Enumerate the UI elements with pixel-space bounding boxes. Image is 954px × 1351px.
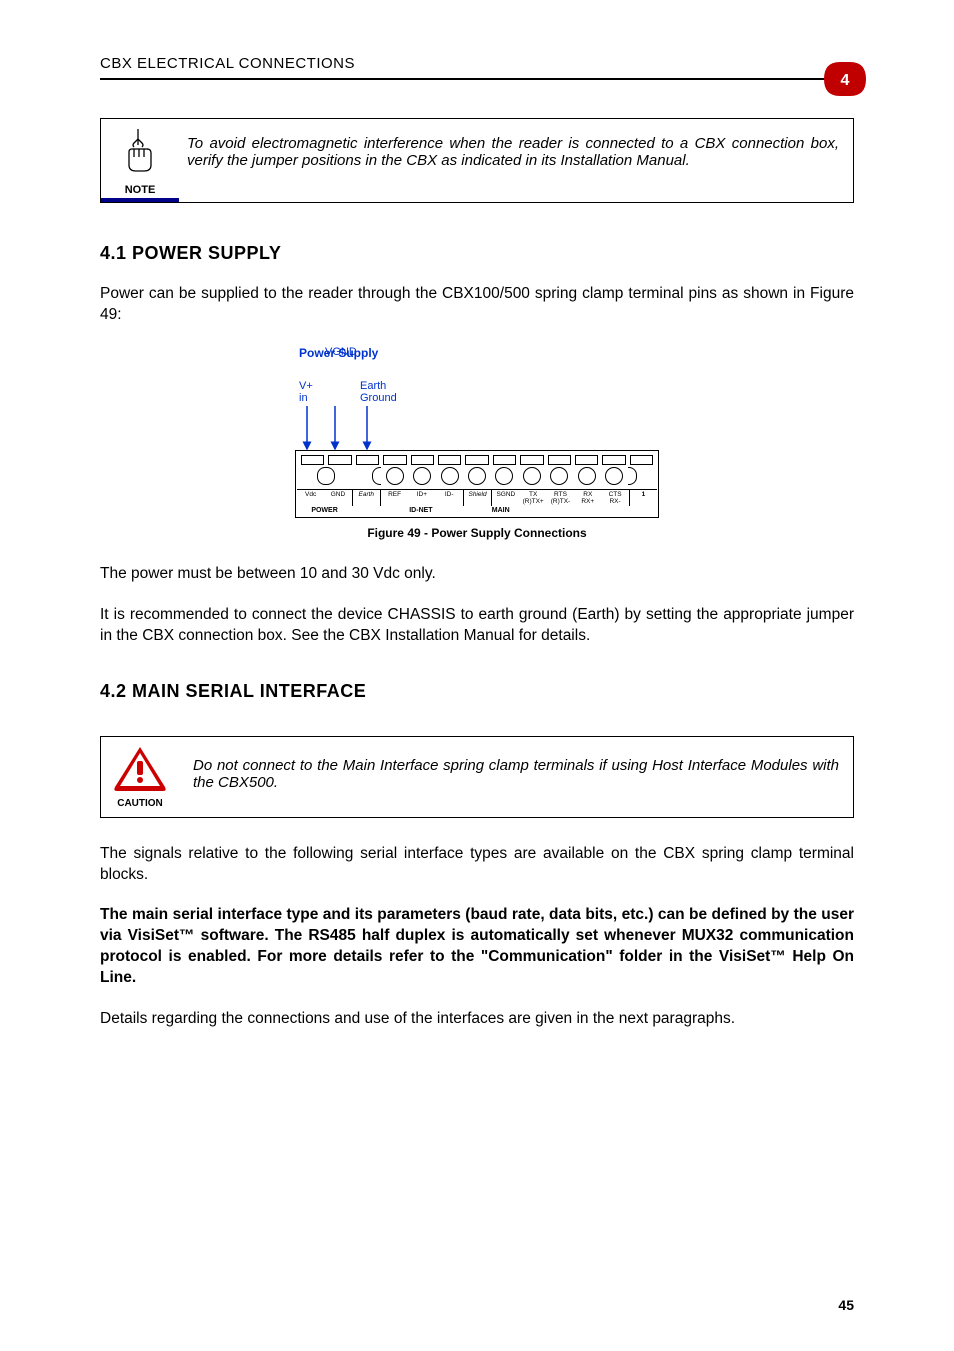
para-voltage: The power must be between 10 and 30 Vdc … — [100, 564, 854, 585]
header-rule — [100, 78, 854, 80]
note-icon-column: NOTE — [101, 119, 179, 202]
figure-49: Power Supply VGND V+ in Earth Ground — [100, 346, 854, 518]
section-4-1-intro: Power can be supplied to the reader thro… — [100, 284, 854, 326]
para-chassis: It is recommended to connect the device … — [100, 605, 854, 647]
section-4-1-heading: 4.1 POWER SUPPLY — [100, 243, 854, 264]
fig-earth-label: Earth Ground — [360, 380, 397, 404]
note-underline — [101, 198, 179, 202]
chapter-number-text: 4 — [841, 72, 850, 89]
figure-49-caption: Figure 49 - Power Supply Connections — [100, 526, 854, 540]
caution-icon-column: CAUTION — [101, 737, 179, 817]
note-callout: NOTE To avoid electromagnetic interferen… — [100, 118, 854, 203]
section-4-2-heading: 4.2 MAIN SERIAL INTERFACE — [100, 681, 854, 702]
para-interface-bold: The main serial interface type and its p… — [100, 905, 854, 989]
fig-arrows — [295, 406, 655, 450]
header-rule-wrap: 4 — [100, 78, 854, 80]
pointing-hand-icon — [120, 127, 160, 175]
para-details: Details regarding the connections and us… — [100, 1009, 854, 1030]
terminal-strip: Vdc GND Earth REF ID+ ID- Shield SGND TX… — [295, 450, 659, 518]
header-title: CBX ELECTRICAL CONNECTIONS — [100, 55, 355, 72]
note-text: To avoid electromagnetic interference wh… — [179, 119, 853, 185]
note-label: NOTE — [105, 184, 175, 196]
caution-label: CAUTION — [103, 798, 177, 809]
para-signals: The signals relative to the following se… — [100, 844, 854, 886]
fig-vgnd-label: VGND — [325, 346, 357, 358]
document-page: CBX ELECTRICAL CONNECTIONS 4 NOTE — [0, 0, 954, 1351]
warning-triangle-icon — [113, 745, 167, 791]
chapter-badge: 4 — [824, 58, 866, 100]
fig-vin-label: V+ in — [299, 380, 313, 404]
page-header: CBX ELECTRICAL CONNECTIONS — [100, 55, 854, 72]
page-number: 45 — [838, 1297, 854, 1313]
caution-callout: CAUTION Do not connect to the Main Inter… — [100, 736, 854, 818]
caution-text: Do not connect to the Main Interface spr… — [179, 737, 853, 811]
